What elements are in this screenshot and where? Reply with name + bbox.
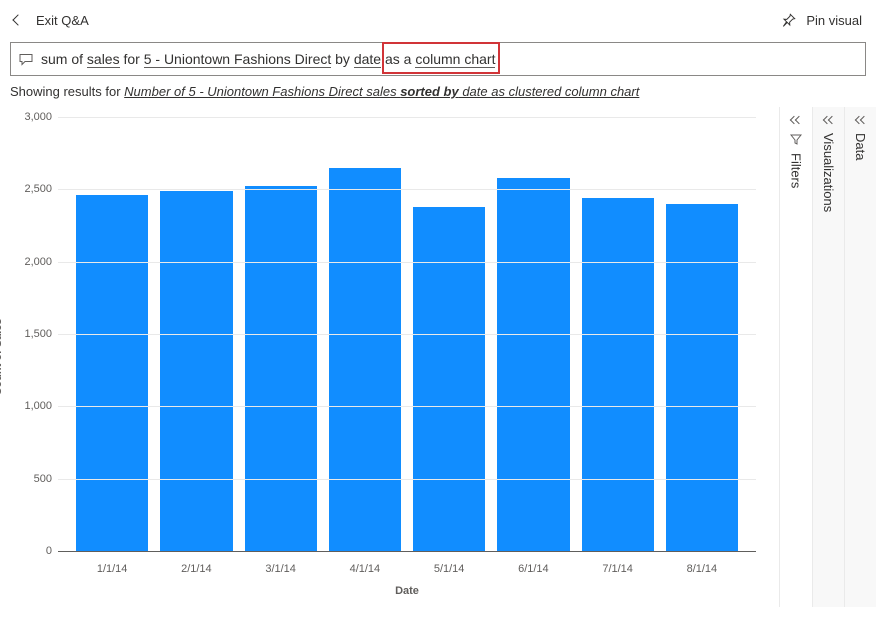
x-tick-label: 4/1/14 (329, 563, 401, 575)
data-pane-collapsed[interactable]: Data (844, 107, 876, 607)
column-chart[interactable]: Count of Sales 05001,0001,5002,0002,5003… (6, 117, 766, 597)
gridline (58, 334, 756, 335)
topbar: Exit Q&A Pin visual (0, 0, 876, 40)
visualizations-pane-collapsed[interactable]: Visualizations (812, 107, 844, 607)
visualizations-pane-label: Visualizations (821, 133, 836, 212)
pin-visual-label: Pin visual (806, 13, 862, 28)
gridline (58, 189, 756, 190)
exit-qna-button[interactable]: Exit Q&A (14, 13, 89, 28)
bar[interactable] (497, 178, 569, 551)
gridline (58, 406, 756, 407)
bar[interactable] (666, 204, 738, 551)
y-tick-label: 1,000 (24, 400, 58, 412)
x-axis-labels: 1/1/14 2/1/14 3/1/14 4/1/14 5/1/14 6/1/14 7/1/… (58, 563, 756, 575)
x-tick-label: 2/1/14 (160, 563, 232, 575)
y-tick-label: 1,500 (24, 328, 58, 340)
gridline (58, 479, 756, 480)
x-tick-label: 8/1/14 (666, 563, 738, 575)
x-tick-label: 5/1/14 (413, 563, 485, 575)
qna-query-input[interactable]: sum of sales for 5 - Uniontown Fashions … (10, 42, 866, 76)
x-axis-title: Date (58, 585, 756, 597)
x-tick-label: 6/1/14 (497, 563, 569, 575)
x-tick-label: 1/1/14 (76, 563, 148, 575)
gridline (58, 117, 756, 118)
pin-visual-button[interactable]: Pin visual (782, 13, 862, 28)
y-tick-label: 2,000 (24, 256, 58, 268)
y-tick-label: 3,000 (24, 111, 58, 123)
pin-icon (782, 13, 796, 27)
chat-icon (17, 50, 35, 68)
chevron-collapse-icon (791, 115, 801, 125)
gridline (58, 262, 756, 263)
side-panes: Filters Visualizations Data (779, 107, 876, 607)
qna-query-text: sum of sales for 5 - Uniontown Fashions … (41, 51, 495, 67)
bar[interactable] (160, 191, 232, 551)
filter-icon (790, 133, 802, 145)
chevron-collapse-icon (824, 115, 834, 125)
filters-pane-label: Filters (789, 153, 804, 188)
y-tick-label: 500 (34, 473, 58, 485)
data-pane-label: Data (853, 133, 868, 160)
plot-region: 05001,0001,5002,0002,5003,000 (58, 117, 756, 551)
chevron-left-icon (12, 14, 23, 25)
exit-qna-label: Exit Q&A (36, 13, 89, 28)
filters-pane-collapsed[interactable]: Filters (780, 107, 812, 607)
bar[interactable] (245, 186, 317, 551)
x-tick-label: 7/1/14 (582, 563, 654, 575)
y-axis-title: Count of Sales (0, 318, 4, 395)
chevron-collapse-icon (856, 115, 866, 125)
bar[interactable] (582, 198, 654, 551)
bar[interactable] (76, 195, 148, 551)
chart-area: Count of Sales 05001,0001,5002,0002,5003… (0, 107, 779, 607)
gridline (58, 551, 756, 552)
bar[interactable] (413, 207, 485, 551)
bar[interactable] (329, 168, 401, 551)
x-tick-label: 3/1/14 (245, 563, 317, 575)
content: Count of Sales 05001,0001,5002,0002,5003… (0, 107, 876, 607)
results-summary: Showing results for Number of 5 - Uniont… (10, 84, 866, 99)
y-tick-label: 2,500 (24, 183, 58, 195)
y-tick-label: 0 (46, 545, 58, 557)
